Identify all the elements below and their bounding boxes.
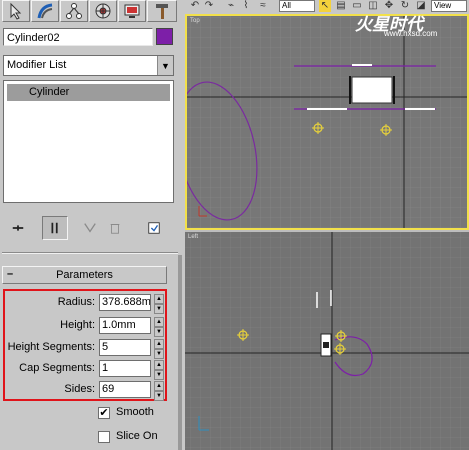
show-end-result-button[interactable] — [42, 216, 68, 240]
spinner-up-icon[interactable]: ▲ — [154, 381, 164, 391]
trash-icon — [110, 224, 120, 234]
unlink-icon[interactable]: ⌇ — [240, 0, 252, 12]
spinner-down-icon[interactable]: ▼ — [154, 304, 164, 314]
modify-arc-icon — [37, 3, 53, 19]
main-toolbar: ↶ ↷ ⌁ ⌇ ≈ All ↖ ▤ ▭ ◫ ✥ ↻ ◪ View — [185, 0, 469, 14]
spinner-down-icon[interactable]: ▼ — [154, 370, 164, 380]
motion-wheel-icon — [95, 3, 111, 19]
spinner-up-icon[interactable]: ▲ — [154, 317, 164, 327]
pin-stack-button[interactable] — [6, 216, 30, 240]
spinner-down-icon[interactable]: ▼ — [154, 327, 164, 337]
sides-label: Sides: — [64, 383, 95, 395]
modifier-list-dropdown[interactable]: Modifier List ▼ — [3, 55, 174, 76]
stack-item-label: Cylinder — [29, 86, 70, 98]
hammer-icon — [156, 4, 168, 19]
height-segments-field[interactable]: 5 — [99, 339, 151, 356]
height-segments-label: Height Segments: — [7, 341, 95, 353]
end-result-icon — [51, 222, 58, 234]
cap-segments-label: Cap Segments: — [19, 362, 95, 374]
viewport-top[interactable]: Top — [185, 14, 469, 230]
dropdown-arrow-icon[interactable]: ▼ — [157, 56, 173, 75]
spinner-down-icon[interactable]: ▼ — [154, 391, 164, 401]
select-object-icon[interactable]: ↖ — [319, 0, 331, 12]
panel-scrollbar[interactable] — [178, 255, 182, 450]
parameters-title: Parameters — [56, 269, 113, 281]
slice-on-label: Slice On — [116, 430, 158, 442]
height-field[interactable]: 1.0mm — [99, 317, 151, 334]
configure-sets-icon — [148, 222, 160, 234]
object-name-field[interactable]: Cylinder02 — [3, 28, 153, 46]
viewport-top-label[interactable]: Top — [190, 18, 200, 24]
undo-icon[interactable]: ↶ — [189, 0, 201, 12]
motion-tab[interactable] — [89, 0, 117, 22]
slice-on-checkbox[interactable] — [98, 431, 110, 443]
object-color-swatch[interactable] — [156, 28, 173, 45]
spinner-up-icon[interactable]: ▲ — [154, 339, 164, 349]
height-spinner[interactable]: ▲ ▼ — [154, 317, 164, 337]
select-by-name-icon[interactable]: ▤ — [335, 0, 347, 12]
redo-icon[interactable]: ↷ — [203, 0, 215, 12]
viewport-divider[interactable] — [185, 230, 469, 232]
remove-modifier-button[interactable] — [105, 216, 125, 240]
viewport-top-canvas — [187, 16, 467, 228]
stack-item-cylinder[interactable]: Cylinder — [7, 84, 170, 101]
parameters-rollout-header[interactable]: – Parameters — [2, 266, 167, 284]
utilities-tab[interactable] — [147, 0, 177, 22]
radius-field[interactable]: 378.688m — [99, 294, 151, 311]
create-tab[interactable] — [2, 0, 30, 22]
bind-space-warp-icon[interactable]: ≈ — [257, 0, 269, 12]
hierarchy-icon — [66, 3, 82, 19]
smooth-checkbox[interactable]: ✔ — [98, 407, 110, 419]
radius-spinner[interactable]: ▲ ▼ — [154, 294, 164, 314]
make-unique-button[interactable] — [80, 216, 100, 240]
viewport-left-canvas — [185, 232, 469, 450]
smooth-label: Smooth — [116, 406, 154, 418]
height-label: Height: — [60, 319, 95, 331]
modifier-list-label: Modifier List — [7, 59, 67, 71]
viewport-left-label[interactable]: Left — [188, 234, 198, 240]
height-segments-spinner[interactable]: ▲ ▼ — [154, 339, 164, 359]
make-unique-icon — [84, 223, 96, 233]
command-panel: Cylinder02 Modifier List ▼ Cylinder – Pa… — [0, 0, 183, 450]
modifier-stack: Cylinder — [3, 80, 174, 203]
selection-marker — [323, 342, 329, 348]
spinner-up-icon[interactable]: ▲ — [154, 294, 164, 304]
pin-icon — [12, 225, 24, 231]
spinner-down-icon[interactable]: ▼ — [154, 349, 164, 359]
selection-filter-value: All — [282, 1, 291, 10]
cap-segments-field[interactable]: 1 — [99, 360, 151, 377]
modify-tab[interactable] — [31, 0, 59, 22]
configure-modifier-sets-button[interactable] — [143, 216, 165, 240]
display-tab[interactable] — [118, 0, 146, 22]
reference-coordinate-dropdown[interactable]: View — [431, 0, 467, 12]
hierarchy-tab[interactable] — [60, 0, 88, 22]
watermark-url: www.hxsd.com — [384, 29, 438, 38]
selected-object-box[interactable] — [351, 76, 393, 104]
viewport-left[interactable]: Left — [185, 232, 469, 450]
divider — [2, 252, 178, 254]
radius-label: Radius: — [57, 296, 95, 308]
reference-coordinate-value: View — [434, 1, 452, 10]
cursor-icon — [10, 2, 22, 20]
select-link-icon[interactable]: ⌁ — [225, 0, 237, 12]
sides-field[interactable]: 69 — [99, 381, 151, 398]
cap-segments-spinner[interactable]: ▲ ▼ — [154, 360, 164, 380]
spinner-up-icon[interactable]: ▲ — [154, 360, 164, 370]
display-monitor-icon — [124, 4, 140, 18]
sides-spinner[interactable]: ▲ ▼ — [154, 381, 164, 401]
selection-filter-dropdown[interactable]: All — [279, 0, 315, 12]
